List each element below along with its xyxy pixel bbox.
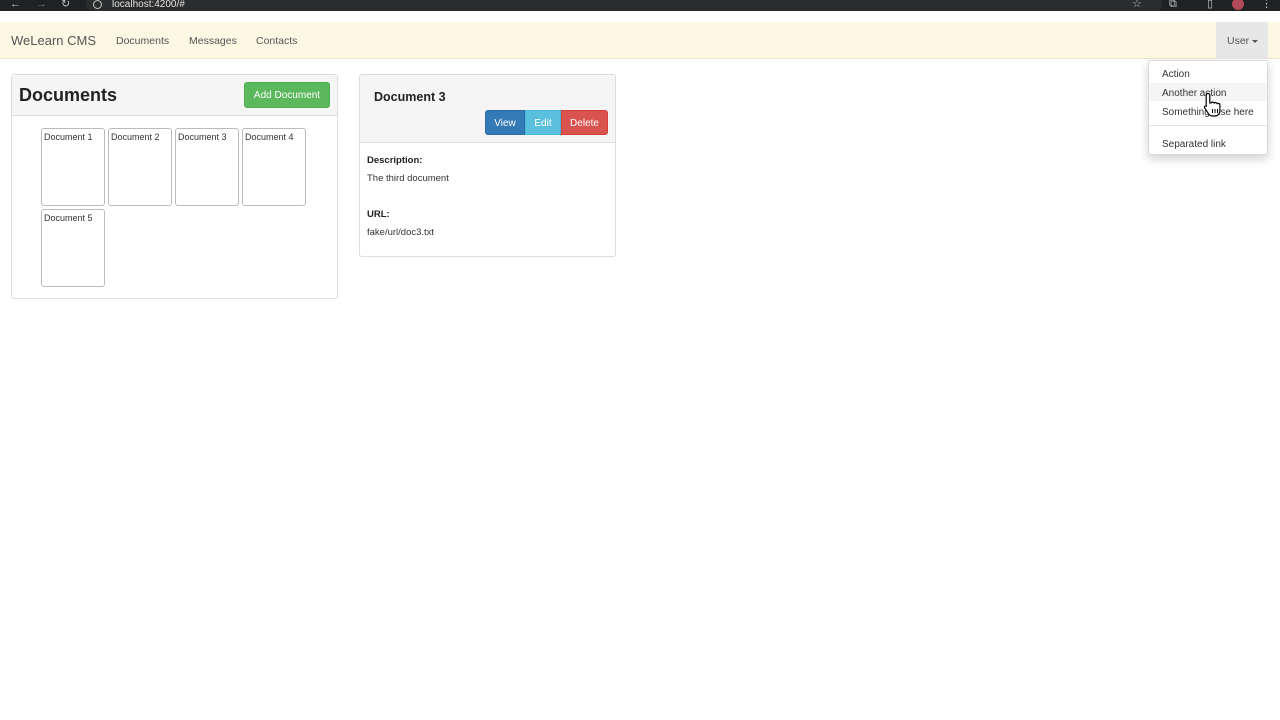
more-menu-icon[interactable]: ⋮ — [1261, 0, 1272, 10]
back-arrow-icon[interactable]: ← — [10, 0, 21, 10]
document-detail-panel: Document 3 View Edit Delete Description:… — [359, 74, 616, 257]
menu-item-action[interactable]: Action — [1149, 64, 1267, 82]
site-info-icon[interactable] — [93, 0, 102, 9]
document-card-5[interactable]: Document 5 — [41, 209, 105, 287]
nav-link-messages[interactable]: Messages — [189, 35, 237, 47]
forward-arrow-icon[interactable]: → — [36, 0, 47, 10]
document-card-4[interactable]: Document 4 — [242, 128, 306, 206]
side-panel-icon[interactable]: ▯ — [1207, 0, 1213, 10]
address-bar[interactable] — [86, 0, 1162, 11]
documents-title: Documents — [19, 85, 118, 105]
description-value: The third document — [367, 173, 449, 184]
brand-link[interactable]: WeLearn CMS — [11, 33, 96, 48]
menu-item-separated-link[interactable]: Separated link — [1149, 134, 1267, 152]
document-detail-title: Document 3 — [374, 90, 446, 104]
delete-button[interactable]: Delete — [561, 110, 608, 135]
pointer-cursor-icon — [1203, 92, 1221, 117]
extensions-icon[interactable]: ⧉ — [1169, 0, 1177, 10]
document-card-1[interactable]: Document 1 — [41, 128, 105, 206]
caret-down-icon — [1252, 39, 1259, 43]
documents-panel-header: Documents Add Document — [12, 75, 337, 116]
documents-panel: Documents Add Document Document 1 Docume… — [11, 74, 338, 299]
reload-icon[interactable]: ↻ — [61, 0, 70, 10]
document-card-3[interactable]: Document 3 — [175, 128, 239, 206]
user-dropdown-label: User — [1227, 35, 1250, 47]
user-dropdown-toggle[interactable]: User — [1216, 22, 1268, 59]
browser-toolbar: ← → ↻ localhost:4200/# ☆ ⧉ ▯ ⋮ — [0, 0, 1280, 11]
url-value: fake/url/doc3.txt — [367, 227, 435, 238]
document-detail-header: Document 3 View Edit Delete — [360, 75, 615, 143]
app-navbar: WeLearn CMS Documents Messages Contacts … — [0, 22, 1280, 59]
address-url[interactable]: localhost:4200/# — [112, 0, 185, 11]
nav-link-contacts[interactable]: Contacts — [256, 35, 297, 47]
view-button[interactable]: View — [485, 110, 525, 135]
nav-link-documents[interactable]: Documents — [116, 35, 169, 47]
profile-avatar-icon[interactable] — [1232, 0, 1244, 10]
description-label: Description: — [367, 155, 423, 166]
url-label: URL: — [367, 209, 390, 220]
edit-button[interactable]: Edit — [525, 110, 561, 135]
document-card-2[interactable]: Document 2 — [108, 128, 172, 206]
bookmark-star-icon[interactable]: ☆ — [1132, 0, 1142, 10]
menu-divider — [1149, 125, 1267, 126]
add-document-button[interactable]: Add Document — [244, 82, 330, 108]
